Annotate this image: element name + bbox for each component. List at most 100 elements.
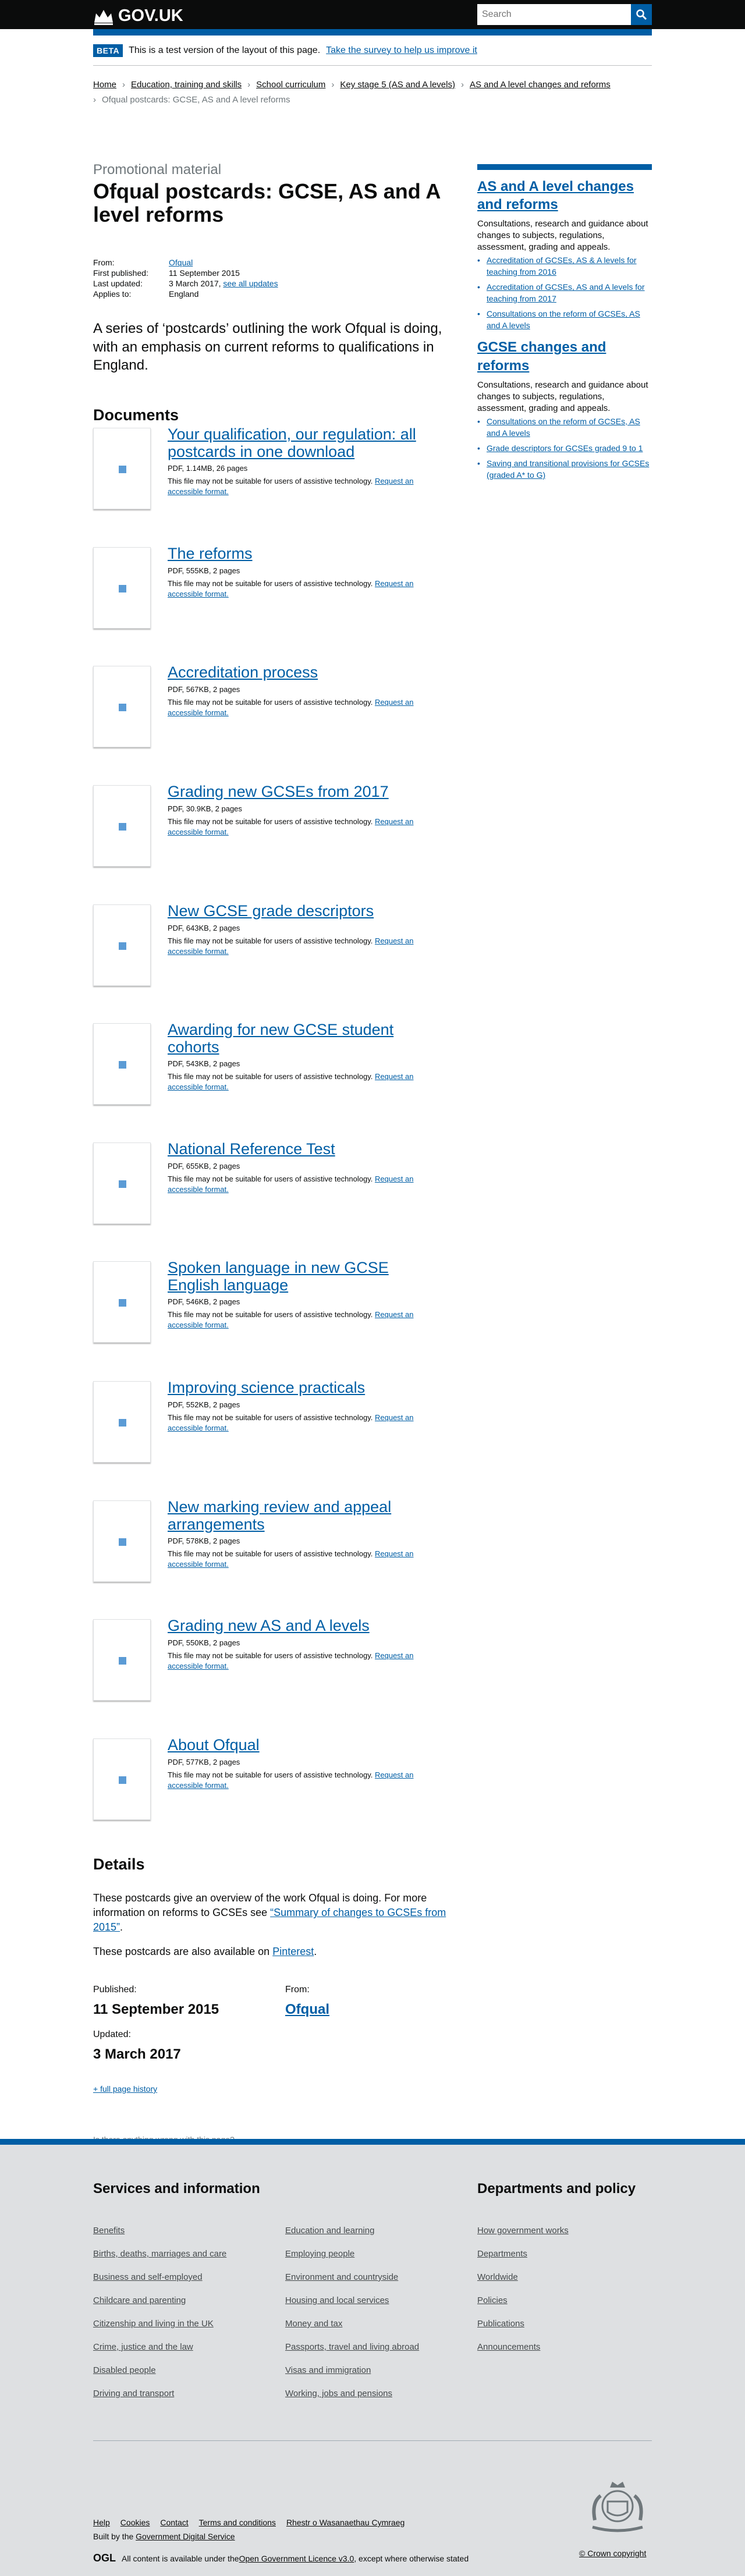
sidebar-link-item: Saving and transitional provisions for G…	[477, 457, 652, 481]
built-by: Built by the Government Digital Service	[93, 2531, 235, 2542]
document-title-link[interactable]: Improving science practicals	[168, 1379, 441, 1397]
from-label: From:	[285, 1985, 310, 1995]
document-meta: PDF, 555KB, 2 pages	[168, 566, 240, 575]
document-thumbnail[interactable]	[93, 1023, 151, 1105]
document-title-link[interactable]: Grading new GCSEs from 2017	[168, 783, 441, 801]
sidebar-link[interactable]: Accreditation of GCSEs, AS and A levels …	[487, 282, 645, 303]
meta-from-link[interactable]: Ofqual	[169, 257, 193, 268]
full-page-history-link[interactable]: + full page history	[93, 2084, 157, 2094]
breadcrumb-key-stage-5[interactable]: Key stage 5 (AS and A levels)	[340, 80, 455, 90]
footer-department-link[interactable]: Publications	[477, 2319, 652, 2329]
sidebar-heading-link[interactable]: AS and A level changes and reforms	[477, 179, 634, 212]
document-title-link[interactable]: New marking review and appeal arrangemen…	[168, 1498, 441, 1533]
footer-meta-link[interactable]: Help	[93, 2517, 110, 2528]
document-title-link[interactable]: About Ofqual	[168, 1736, 441, 1754]
document-title-link[interactable]: Grading new AS and A levels	[168, 1617, 441, 1635]
sidebar-link[interactable]: Consultations on the reform of GCSEs, AS…	[487, 417, 640, 438]
footer-service-link[interactable]: Business and self-employed	[93, 2272, 279, 2283]
sidebar-links: Consultations on the reform of GCSEs, AS…	[477, 416, 652, 481]
footer-meta-link[interactable]: Rhestr o Wasanaethau Cymraeg	[286, 2517, 405, 2528]
document-title-link[interactable]: The reforms	[168, 545, 441, 563]
footer-meta-link[interactable]: Contact	[160, 2517, 188, 2528]
crown-copyright-link[interactable]: © Crown copyright	[579, 2548, 646, 2559]
document-type: Promotional material	[93, 162, 222, 178]
document-thumbnail[interactable]	[93, 1142, 151, 1224]
document-thumbnail[interactable]	[93, 547, 151, 629]
document-thumbnail[interactable]	[93, 428, 151, 509]
document-accessibility-note: This file may not be suitable for users …	[168, 936, 435, 957]
departments-column: How government works Departments Worldwide…	[477, 2226, 652, 2365]
gds-link[interactable]: Government Digital Service	[136, 2532, 235, 2541]
footer-service-link[interactable]: Housing and local services	[285, 2295, 471, 2306]
footer-department-link[interactable]: Announcements	[477, 2342, 652, 2353]
pinterest-link[interactable]: Pinterest	[272, 1946, 314, 1957]
document-title-link[interactable]: Spoken language in new GCSE English lang…	[168, 1259, 441, 1294]
footer-service-link[interactable]: Citizenship and living in the UK	[93, 2319, 279, 2329]
document-title-link[interactable]: National Reference Test	[168, 1140, 441, 1158]
footer-department-link[interactable]: Departments	[477, 2249, 652, 2259]
footer-service-link[interactable]: Disabled people	[93, 2365, 279, 2376]
govuk-logo-link[interactable]: GOV.UK	[93, 5, 183, 27]
breadcrumb-separator-icon: ›	[93, 94, 96, 105]
document-thumbnail[interactable]	[93, 904, 151, 986]
search-button[interactable]	[631, 4, 652, 25]
footer-service-link[interactable]: Environment and countryside	[285, 2272, 471, 2283]
document-title-link[interactable]: Awarding for new GCSE student cohorts	[168, 1021, 441, 1056]
sidebar-link[interactable]: Accreditation of GCSEs, AS & A levels fo…	[487, 256, 637, 276]
sidebar-link[interactable]: Saving and transitional provisions for G…	[487, 459, 649, 480]
from-organisation-link[interactable]: Ofqual	[285, 2000, 329, 2018]
document-thumbnail[interactable]	[93, 1500, 151, 1582]
document-meta: PDF, 643KB, 2 pages	[168, 924, 240, 932]
sidebar-heading-link[interactable]: GCSE changes and reforms	[477, 339, 606, 373]
document-thumbnail[interactable]	[93, 666, 151, 747]
sidebar-link[interactable]: Grade descriptors for GCSEs graded 9 to …	[487, 443, 643, 453]
footer-service-link[interactable]: Visas and immigration	[285, 2365, 471, 2376]
sidebar-link[interactable]: Consultations on the reform of GCSEs, AS…	[487, 309, 640, 330]
document-accessibility-note: This file may not be suitable for users …	[168, 579, 435, 599]
breadcrumb-education[interactable]: Education, training and skills	[131, 80, 242, 90]
footer-service-link[interactable]: Working, jobs and pensions	[285, 2389, 471, 2399]
footer-service-link[interactable]: Education and learning	[285, 2226, 471, 2236]
footer-meta-links: Help Cookies Contact Terms and conditions Rh…	[93, 2517, 405, 2528]
footer-service-link[interactable]: Employing people	[285, 2249, 471, 2259]
document-title-link[interactable]: New GCSE grade descriptors	[168, 902, 441, 920]
see-all-updates-link[interactable]: see all updates	[223, 278, 278, 289]
footer-meta-link[interactable]: Terms and conditions	[199, 2517, 276, 2528]
document-accessibility-note: This file may not be suitable for users …	[168, 1651, 435, 1672]
document-thumbnail[interactable]	[93, 785, 151, 867]
footer-service-link[interactable]: Crime, justice and the law	[93, 2342, 279, 2353]
licence-link[interactable]: Open Government Licence v3.0	[239, 2553, 354, 2564]
details-heading: Details	[93, 1855, 145, 1873]
footer-service-link[interactable]: Passports, travel and living abroad	[285, 2342, 471, 2353]
licence: OGL All content is available under the O…	[93, 2552, 469, 2565]
document-accessibility-note: This file may not be suitable for users …	[168, 476, 435, 497]
document-thumbnail[interactable]	[93, 1619, 151, 1701]
breadcrumb-curriculum[interactable]: School curriculum	[256, 80, 325, 90]
footer-service-link[interactable]: Benefits	[93, 2226, 279, 2236]
document-accessibility-note: This file may not be suitable for users …	[168, 697, 435, 718]
footer-meta-link[interactable]: Cookies	[120, 2517, 150, 2528]
survey-link[interactable]: Take the survey to help us improve it	[326, 45, 477, 57]
document-accessibility-note: This file may not be suitable for users …	[168, 1310, 435, 1330]
footer-department-link[interactable]: How government works	[477, 2226, 652, 2236]
breadcrumb-home[interactable]: Home	[93, 80, 116, 90]
beta-tag: BETA	[93, 44, 123, 58]
document-title-link[interactable]: Your qualification, our regulation: all …	[168, 425, 441, 460]
footer-service-link[interactable]: Childcare and parenting	[93, 2295, 279, 2306]
document-thumbnail[interactable]	[93, 1261, 151, 1343]
footer-department-link[interactable]: Worldwide	[477, 2272, 652, 2283]
footer-service-link[interactable]: Money and tax	[285, 2319, 471, 2329]
sidebar-link-item: Accreditation of GCSEs, AS and A levels …	[477, 281, 652, 304]
search-input[interactable]	[477, 4, 631, 25]
pdf-file-icon	[119, 1299, 126, 1307]
document-title-link[interactable]: Accreditation process	[168, 663, 441, 682]
footer-department-link[interactable]: Policies	[477, 2295, 652, 2306]
footer-service-link[interactable]: Births, deaths, marriages and care	[93, 2249, 279, 2259]
accessibility-warning: This file may not be suitable for users …	[168, 1651, 373, 1660]
published-date: 11 September 2015	[93, 2001, 219, 2017]
document-thumbnail[interactable]	[93, 1738, 151, 1820]
footer-service-link[interactable]: Driving and transport	[93, 2389, 279, 2399]
document-thumbnail[interactable]	[93, 1381, 151, 1463]
document-meta: PDF, 552KB, 2 pages	[168, 1400, 240, 1409]
breadcrumb-as-a-level[interactable]: AS and A level changes and reforms	[470, 80, 611, 90]
